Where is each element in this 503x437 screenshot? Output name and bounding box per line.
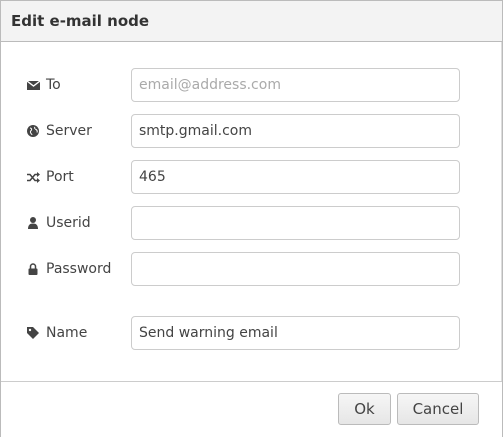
to-label-group: To [26, 68, 61, 102]
password-input[interactable] [131, 252, 460, 286]
cancel-button[interactable]: Cancel [397, 393, 479, 425]
server-label-group: Server [26, 114, 92, 148]
server-label: Server [46, 123, 92, 139]
port-row: Port [1, 160, 502, 194]
envelope-icon [26, 78, 40, 92]
port-label: Port [46, 169, 74, 185]
password-row: Password [1, 252, 502, 286]
edit-email-node-dialog: Edit e-mail node To Server Port [0, 0, 503, 437]
random-icon [26, 170, 40, 184]
to-input[interactable] [131, 68, 460, 102]
ok-button[interactable]: Ok [338, 393, 391, 425]
name-label-group: Name [26, 316, 87, 350]
userid-label-group: Userid [26, 206, 91, 240]
tag-icon [26, 326, 40, 340]
server-input[interactable] [131, 114, 460, 148]
dialog-footer: Ok Cancel [1, 381, 502, 437]
userid-label: Userid [46, 215, 91, 231]
name-label: Name [46, 325, 88, 341]
user-icon [26, 216, 40, 230]
dialog-title: Edit e-mail node [1, 1, 502, 42]
scroll-edge [501, 42, 502, 381]
globe-icon [26, 124, 40, 138]
to-label: To [46, 77, 61, 93]
name-row: Name [1, 316, 502, 350]
port-input[interactable] [131, 160, 460, 194]
userid-input[interactable] [131, 206, 460, 240]
server-row: Server [1, 114, 502, 148]
userid-row: Userid [1, 206, 502, 240]
lock-icon [26, 262, 40, 276]
name-input[interactable] [131, 316, 460, 350]
to-row: To [1, 68, 502, 102]
password-label-group: Password [26, 252, 111, 286]
password-label: Password [46, 261, 112, 277]
port-label-group: Port [26, 160, 74, 194]
